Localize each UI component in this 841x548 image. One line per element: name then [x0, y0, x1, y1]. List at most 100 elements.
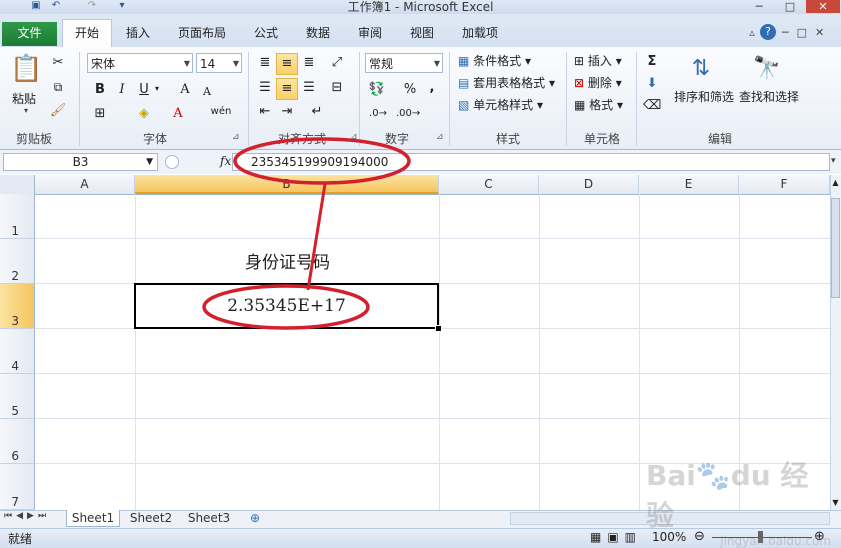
tab-review[interactable]: 审阅	[348, 22, 392, 46]
copy-icon[interactable]: ⧉	[48, 78, 68, 96]
align-right-icon[interactable]: ☰	[298, 78, 320, 98]
bold-icon[interactable]: B	[90, 80, 110, 100]
paste-button-label[interactable]: 粘贴	[12, 90, 36, 107]
increase-decimal-icon[interactable]: .0→	[366, 104, 390, 124]
underline-dropdown-icon[interactable]: ▾	[155, 84, 159, 93]
minimize-button[interactable]: ─	[744, 0, 774, 13]
row-header-1[interactable]: 1	[0, 194, 35, 239]
workbook-window-controls[interactable]: ─□✕	[782, 26, 838, 40]
shrink-font-icon[interactable]: A	[198, 82, 216, 102]
align-bottom-icon[interactable]: ≣	[298, 53, 320, 73]
format-painter-icon[interactable]: 🖌	[48, 102, 68, 120]
wrap-text-icon[interactable]: ↵	[306, 102, 328, 122]
fill-handle[interactable]	[435, 325, 442, 332]
tab-formulas[interactable]: 公式	[244, 22, 288, 46]
cell-b3[interactable]: 2.35345E+17	[134, 283, 439, 329]
insert-function-icon[interactable]: fx	[220, 154, 231, 168]
column-header-f[interactable]: F	[739, 175, 830, 194]
insert-cells-button[interactable]: ⊞ 插入 ▾	[574, 52, 622, 69]
comma-icon[interactable]: ,	[424, 78, 440, 98]
number-format-combo[interactable]: 常规 ▼	[365, 53, 443, 73]
decrease-decimal-icon[interactable]: .00→	[396, 104, 420, 124]
formula-bar-expander-icon[interactable]	[165, 155, 179, 169]
border-icon[interactable]: ⊞	[90, 104, 110, 124]
expand-formula-bar-icon[interactable]: ▾	[831, 156, 836, 166]
name-box[interactable]: B3 ▼	[3, 153, 158, 171]
number-group-label: 数字	[384, 132, 409, 146]
underline-icon[interactable]: U	[134, 80, 154, 100]
row-header-4[interactable]: 4	[0, 329, 35, 374]
find-select-button[interactable]: 查找和选择	[739, 88, 799, 105]
font-size-combo[interactable]: 14 ▼	[196, 53, 242, 73]
find-select-icon[interactable]: 🔭	[752, 54, 782, 84]
row-header-5[interactable]: 5	[0, 374, 35, 419]
paste-icon[interactable]: 📋	[10, 52, 42, 86]
tab-data[interactable]: 数据	[296, 22, 340, 46]
dialog-launcher-icon[interactable]: ⊿	[436, 132, 444, 142]
cell-b2[interactable]: 身份证号码	[136, 239, 439, 283]
name-box-value: B3	[72, 155, 89, 169]
align-top-icon[interactable]: ≣	[254, 53, 276, 73]
scroll-up-icon[interactable]: ▲	[831, 178, 840, 187]
tab-page-layout[interactable]: 页面布局	[166, 22, 238, 46]
grow-font-icon[interactable]: A	[176, 80, 194, 100]
merge-center-icon[interactable]: ⊟	[326, 78, 348, 98]
tab-addins[interactable]: 加载项	[452, 22, 508, 46]
dialog-launcher-icon[interactable]: ⊿	[350, 132, 358, 142]
insert-sheet-icon[interactable]: ⊕	[246, 510, 264, 527]
row-header-6[interactable]: 6	[0, 419, 35, 464]
italic-icon[interactable]: I	[112, 80, 132, 100]
scroll-down-icon[interactable]: ▼	[831, 498, 840, 507]
fill-icon[interactable]: ⬇	[643, 74, 661, 94]
format-as-table-button[interactable]: ▤ 套用表格格式 ▾	[458, 74, 555, 91]
autosum-icon[interactable]: Σ	[643, 52, 661, 72]
align-left-icon[interactable]: ☰	[254, 78, 276, 98]
close-button[interactable]: ✕	[806, 0, 840, 13]
column-header-b[interactable]: B	[135, 175, 439, 194]
tab-insert[interactable]: 插入	[114, 22, 162, 46]
align-center-icon[interactable]: ≡	[276, 78, 298, 100]
text-orientation-icon[interactable]: ⤢	[326, 53, 348, 73]
phonetic-icon[interactable]: wén	[210, 102, 232, 122]
paste-dropdown-icon[interactable]: ▾	[24, 106, 28, 115]
cut-icon[interactable]: ✂	[48, 54, 68, 72]
decrease-indent-icon[interactable]: ⇤	[254, 102, 276, 122]
sheet-tab-3[interactable]: Sheet3	[182, 510, 236, 527]
format-cells-button[interactable]: ▦ 格式 ▾	[574, 96, 623, 113]
sheet-tab-1[interactable]: Sheet1	[66, 510, 120, 527]
increase-indent-icon[interactable]: ⇥	[276, 102, 298, 122]
select-all-button[interactable]	[0, 175, 35, 194]
sort-filter-button[interactable]: 排序和筛选	[674, 88, 734, 105]
clear-icon[interactable]: ⌫	[643, 96, 661, 116]
dialog-launcher-icon[interactable]: ⊿	[232, 132, 240, 142]
percent-icon[interactable]: %	[400, 80, 420, 100]
align-middle-icon[interactable]: ≡	[276, 53, 298, 75]
cell-styles-button[interactable]: ▧ 单元格样式 ▾	[458, 96, 543, 113]
font-color-icon[interactable]: A	[168, 104, 188, 124]
tab-view[interactable]: 视图	[400, 22, 444, 46]
row-header-3[interactable]: 3	[0, 284, 35, 329]
column-header-a[interactable]: A	[35, 175, 135, 194]
vertical-scroll-thumb[interactable]	[831, 198, 840, 298]
tab-file[interactable]: 文件	[2, 22, 57, 46]
view-buttons[interactable]: ▦▣▥	[590, 530, 642, 544]
delete-cells-button[interactable]: ⊠ 删除 ▾	[574, 74, 622, 91]
sheet-nav-arrows[interactable]: ⏮◀▶⏭	[4, 511, 50, 521]
formula-input[interactable]: 235345199909194000	[232, 153, 830, 171]
group-separator	[636, 52, 637, 146]
tab-home[interactable]: 开始	[62, 19, 112, 48]
help-icon[interactable]: ?	[760, 24, 776, 40]
conditional-format-button[interactable]: ▦ 条件格式 ▾	[458, 52, 531, 69]
font-name-combo[interactable]: 宋体 ▼	[87, 53, 193, 73]
sheet-tab-2[interactable]: Sheet2	[124, 510, 178, 527]
row-header-7[interactable]: 7	[0, 464, 35, 510]
currency-icon[interactable]: 💱	[366, 80, 388, 100]
column-header-d[interactable]: D	[539, 175, 639, 194]
sort-filter-icon[interactable]: ⇅	[686, 54, 716, 84]
maximize-button[interactable]: □	[775, 0, 805, 13]
column-header-c[interactable]: C	[439, 175, 539, 194]
row-header-2[interactable]: 2	[0, 239, 35, 284]
fill-color-icon[interactable]: ◈	[134, 104, 154, 124]
column-header-e[interactable]: E	[639, 175, 739, 194]
ribbon-collapse-icon[interactable]: ▵	[745, 26, 759, 40]
